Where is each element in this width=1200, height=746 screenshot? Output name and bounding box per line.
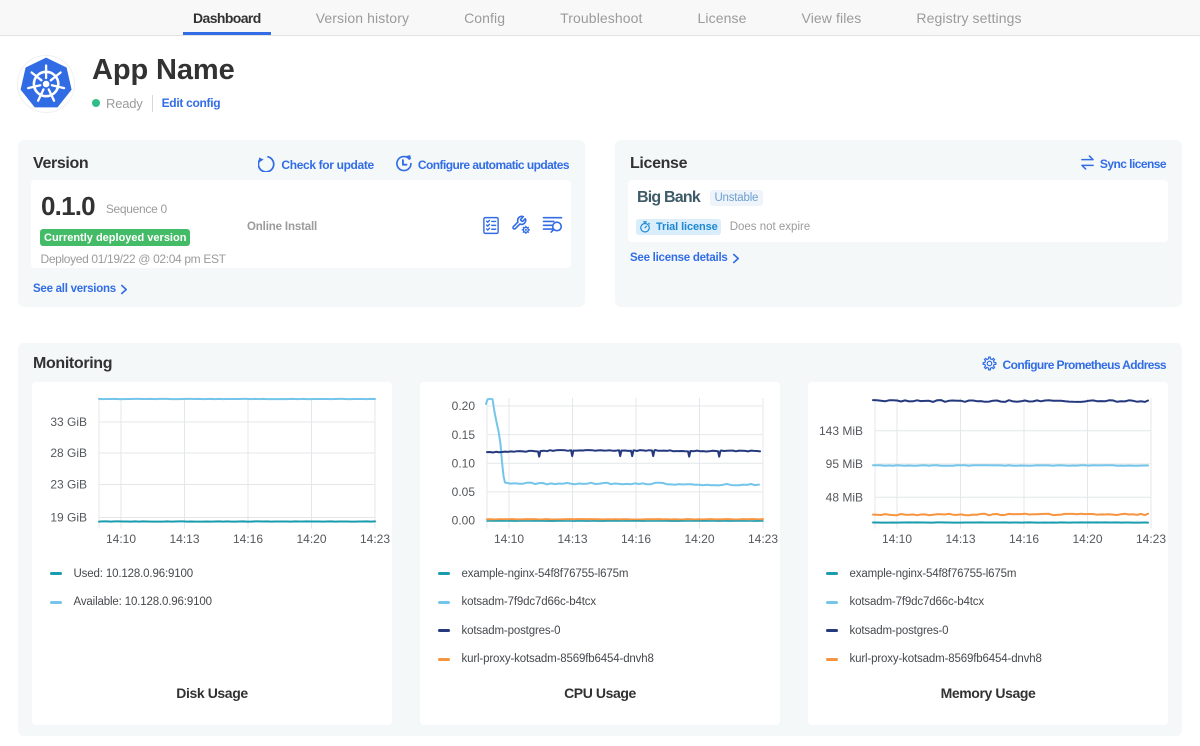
svg-text:14:10: 14:10 <box>882 532 912 546</box>
svg-text:14:13: 14:13 <box>169 532 199 546</box>
svg-text:14:13: 14:13 <box>557 532 587 546</box>
svg-text:143 MiB: 143 MiB <box>819 424 863 438</box>
svg-text:0.10: 0.10 <box>452 456 476 470</box>
svg-text:14:10: 14:10 <box>494 532 524 546</box>
svg-text:95 MiB: 95 MiB <box>826 457 863 471</box>
svg-text:14:23: 14:23 <box>1136 532 1166 546</box>
svg-text:14:20: 14:20 <box>684 532 714 546</box>
svg-text:28 GiB: 28 GiB <box>50 446 87 460</box>
svg-text:14:16: 14:16 <box>621 532 651 546</box>
svg-text:14:10: 14:10 <box>106 532 136 546</box>
svg-text:14:20: 14:20 <box>1072 532 1102 546</box>
svg-text:14:13: 14:13 <box>945 532 975 546</box>
svg-text:14:23: 14:23 <box>360 532 390 546</box>
svg-text:0.00: 0.00 <box>452 514 476 528</box>
svg-text:48 MiB: 48 MiB <box>826 490 863 504</box>
svg-text:0.20: 0.20 <box>452 399 476 413</box>
svg-text:14:20: 14:20 <box>296 532 326 546</box>
svg-text:14:23: 14:23 <box>748 532 778 546</box>
svg-text:0.15: 0.15 <box>452 428 476 442</box>
svg-text:19 GiB: 19 GiB <box>50 511 87 525</box>
svg-text:23 GiB: 23 GiB <box>50 478 87 492</box>
svg-text:33 GiB: 33 GiB <box>50 415 87 429</box>
svg-text:14:16: 14:16 <box>233 532 263 546</box>
svg-text:0.05: 0.05 <box>452 485 476 499</box>
svg-text:14:16: 14:16 <box>1009 532 1039 546</box>
